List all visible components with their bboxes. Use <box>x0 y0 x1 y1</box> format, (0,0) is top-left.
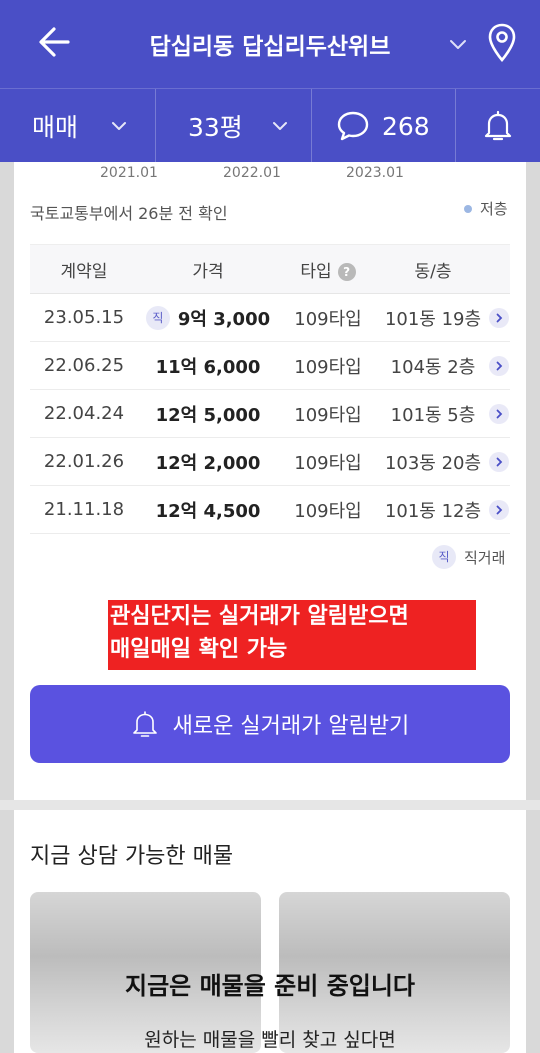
source-note: 국토교통부에서 26분 전 확인 <box>30 204 228 223</box>
transaction-table: 계약일 가격 타입? 동/층 23.05.15 직 9억 3,000 109타입… <box>30 244 510 534</box>
chevron-down-icon <box>272 122 287 130</box>
price: 12억 5,000 <box>155 404 261 426</box>
chevron-right-icon[interactable] <box>489 307 509 328</box>
divider <box>311 89 312 163</box>
table-row[interactable]: 22.06.25 11억 6,000 109타입 104동 2층 <box>30 342 510 390</box>
table-row[interactable]: 21.11.18 12억 4,500 109타입 101동 12층 <box>30 486 510 534</box>
listings-title: 지금 상담 가능한 매물 <box>30 844 234 869</box>
building-floor: 101동 12층 <box>384 500 482 522</box>
building-floor: 104동 2층 <box>390 356 476 378</box>
table-header: 계약일 가격 타입? 동/층 <box>30 244 510 294</box>
unit-type: 109타입 <box>294 356 362 378</box>
price-alert-label: 새로운 실거래가 알림받기 <box>172 714 410 739</box>
direct-trade-label: 직거래 <box>464 548 506 567</box>
table-row[interactable]: 23.05.15 직 9억 3,000 109타입 101동 19층 <box>30 294 510 342</box>
price: 11억 6,000 <box>155 356 261 378</box>
building-floor: 101동 19층 <box>384 308 482 330</box>
timeline-label: 2023.01 <box>346 165 404 181</box>
price: 9억 3,000 <box>177 308 271 330</box>
contract-date: 23.05.15 <box>43 307 125 328</box>
contract-date: 21.11.18 <box>43 499 125 520</box>
unit-type: 109타입 <box>294 452 362 474</box>
notification-button[interactable] <box>482 89 514 163</box>
promo-note-line: 매일매일 확인 가능 <box>110 637 288 662</box>
header-date: 계약일 <box>60 261 108 282</box>
chevron-right-icon[interactable] <box>489 403 509 424</box>
trade-type-label: 매매 <box>32 113 79 142</box>
promo-note-line: 관심단지는 실거래가 알림받으면 <box>110 604 409 629</box>
price: 12억 4,500 <box>155 500 261 522</box>
price-cell: 12억 4,500 <box>138 497 278 523</box>
trade-type-dropdown[interactable]: 매매 <box>32 89 128 163</box>
contract-date: 22.01.26 <box>43 451 125 472</box>
direct-trade-legend: 직 직거래 <box>432 545 505 569</box>
bell-icon <box>132 711 157 737</box>
legend-dot-icon <box>464 204 472 213</box>
size-label: 33평 <box>188 113 243 142</box>
size-dropdown[interactable]: 33평 <box>188 89 289 163</box>
low-floor-legend: 저층 <box>464 198 508 219</box>
chevron-down-icon[interactable] <box>446 32 470 56</box>
section-divider <box>0 800 540 810</box>
header-type: 타입? <box>278 257 378 282</box>
header-type-label: 타입 <box>300 261 332 282</box>
comments-count: 268 <box>382 111 430 141</box>
chevron-right-icon[interactable] <box>489 499 509 520</box>
low-floor-label: 저층 <box>480 200 508 218</box>
timeline-label: 2021.01 <box>100 165 158 181</box>
direct-trade-badge: 직 <box>432 545 456 569</box>
contract-date: 22.04.24 <box>43 403 125 424</box>
empty-listings-title: 지금은 매물을 준비 중입니다 <box>124 972 416 1000</box>
empty-listings-subtitle: 원하는 매물을 빨리 찾고 싶다면 <box>144 1029 396 1051</box>
building-floor: 101동 5층 <box>390 404 476 426</box>
price-cell: 12억 2,000 <box>138 449 278 475</box>
app-header: 답십리동 답십리두산위브 매매 33평 268 <box>0 0 540 163</box>
building-floor: 103동 20층 <box>384 452 482 474</box>
chevron-right-icon[interactable] <box>489 355 509 376</box>
price-cell: 12억 5,000 <box>138 401 278 427</box>
contract-date: 22.06.25 <box>43 355 125 376</box>
filter-bar: 매매 33평 268 <box>0 88 540 163</box>
table-row[interactable]: 22.01.26 12억 2,000 109타입 103동 20층 <box>30 438 510 486</box>
unit-type: 109타입 <box>294 308 362 330</box>
unit-type: 109타입 <box>294 500 362 522</box>
timeline-label: 2022.01 <box>223 165 281 181</box>
help-icon[interactable]: ? <box>337 262 356 281</box>
table-row[interactable]: 22.04.24 12억 5,000 109타입 101동 5층 <box>30 390 510 438</box>
header-price-label: 가격 <box>192 261 224 282</box>
chevron-right-icon[interactable] <box>489 451 509 472</box>
price-alert-button[interactable]: 새로운 실거래가 알림받기 <box>30 685 510 763</box>
price-cell: 직 9억 3,000 <box>138 305 278 331</box>
chevron-down-icon <box>112 122 127 130</box>
speech-bubble-icon <box>337 111 369 141</box>
header-price: 가격 <box>138 257 278 282</box>
complex-title[interactable]: 답십리동 답십리두산위브 <box>110 27 430 61</box>
divider <box>455 89 456 163</box>
map-pin-icon[interactable] <box>486 22 518 64</box>
comments-button[interactable]: 268 <box>336 89 430 163</box>
divider <box>155 89 156 163</box>
unit-type: 109타입 <box>294 404 362 426</box>
top-bar: 답십리동 답십리두산위브 <box>0 0 540 88</box>
header-unit: 동/층 <box>414 261 452 282</box>
bell-icon <box>484 110 512 141</box>
price: 12억 2,000 <box>155 452 261 474</box>
back-arrow-icon[interactable] <box>34 22 74 62</box>
direct-trade-badge: 직 <box>145 305 170 330</box>
price-cell: 11억 6,000 <box>138 353 278 379</box>
promo-note: 관심단지는 실거래가 알림받으면 매일매일 확인 가능 <box>108 600 476 670</box>
